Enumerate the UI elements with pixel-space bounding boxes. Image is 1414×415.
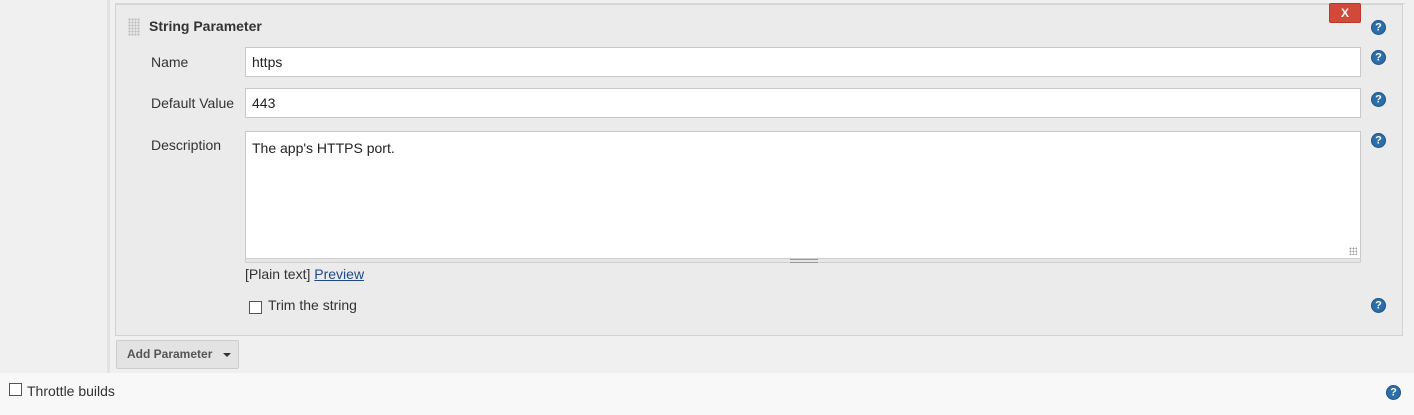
add-parameter-button[interactable]: Add Parameter bbox=[116, 340, 239, 369]
throttle-builds-checkbox[interactable] bbox=[9, 383, 22, 396]
trim-string-label: Trim the string bbox=[268, 297, 357, 313]
description-help-icon[interactable] bbox=[1371, 133, 1386, 148]
plain-text-label: [Plain text] bbox=[245, 266, 311, 282]
next-option-row bbox=[0, 373, 1414, 415]
trim-help-icon[interactable] bbox=[1371, 298, 1386, 313]
throttle-help-icon[interactable] bbox=[1386, 385, 1401, 400]
delete-parameter-button[interactable]: X bbox=[1329, 3, 1361, 23]
default-value-field[interactable] bbox=[245, 88, 1361, 118]
description-textarea[interactable]: The app's HTTPS port. bbox=[245, 131, 1361, 259]
name-field[interactable] bbox=[245, 47, 1361, 77]
left-gutter bbox=[0, 0, 107, 373]
throttle-builds-label: Throttle builds bbox=[27, 383, 115, 399]
trim-string-checkbox[interactable] bbox=[249, 301, 262, 314]
name-label: Name bbox=[151, 54, 189, 70]
chevron-down-icon bbox=[223, 353, 231, 357]
add-parameter-label: Add Parameter bbox=[127, 347, 213, 361]
description-text: The app's HTTPS port. bbox=[252, 140, 395, 156]
drag-handle-icon[interactable] bbox=[128, 18, 140, 36]
markup-format-line: [Plain text] Preview bbox=[245, 266, 364, 282]
splitter-handle-icon[interactable] bbox=[790, 259, 818, 263]
default-value-label: Default Value bbox=[151, 95, 235, 111]
name-help-icon[interactable] bbox=[1371, 50, 1386, 65]
help-icon[interactable] bbox=[1371, 20, 1386, 35]
default-value-help-icon[interactable] bbox=[1371, 92, 1386, 107]
preview-link[interactable]: Preview bbox=[314, 266, 364, 282]
description-label: Description bbox=[151, 137, 222, 153]
resize-grip-icon[interactable] bbox=[1349, 247, 1357, 255]
parameter-title: String Parameter bbox=[149, 18, 262, 34]
